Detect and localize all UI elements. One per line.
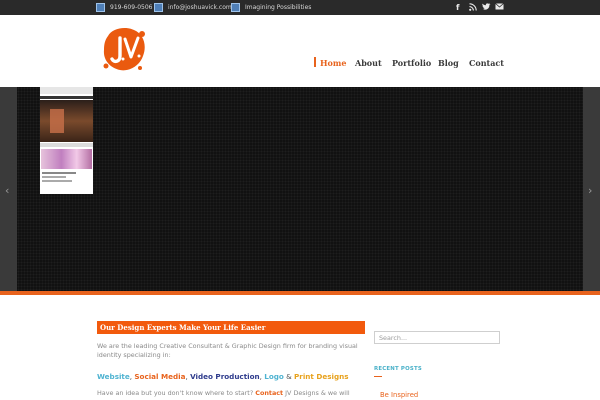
service-website-link[interactable]: Website	[97, 372, 130, 381]
email-icon	[154, 3, 163, 12]
tagline-item: Imagining Possibilities	[231, 2, 311, 13]
top-info-bar: 919-609-0506 info@joshuavick.com Imagini…	[0, 0, 600, 15]
recent-post-link[interactable]: Be Inspired	[380, 391, 418, 399]
search-input[interactable]: Search...	[374, 331, 500, 344]
email-item[interactable]: info@joshuavick.com	[154, 2, 232, 13]
phone-number: 919-609-0506	[110, 4, 153, 11]
recent-posts-underline	[374, 376, 382, 377]
slider-stage	[17, 87, 583, 291]
cta-suffix: JV Designs & we will	[285, 389, 350, 397]
tagline-icon	[231, 3, 240, 12]
facebook-icon[interactable]: f	[456, 3, 459, 12]
service-print-designs-link[interactable]: Print Designs	[294, 372, 348, 381]
nav-contact[interactable]: Contact	[469, 58, 504, 68]
email-address[interactable]: info@joshuavick.com	[168, 4, 232, 11]
intro-line-2: identity specializing in:	[97, 351, 171, 359]
site-logo[interactable]	[100, 26, 148, 74]
nav-blog[interactable]: Blog	[438, 58, 459, 68]
service-video-production-link[interactable]: Video Production	[190, 372, 260, 381]
phone-item: 919-609-0506	[96, 2, 153, 13]
cta-line: Have an idea but you don't know where to…	[97, 389, 350, 397]
divider-rule	[0, 291, 600, 295]
nav-active-marker	[314, 57, 316, 67]
slider-prev-arrow[interactable]: ‹	[5, 184, 9, 197]
phone-icon	[96, 3, 105, 12]
site-header: Home About Portfolio Blog Contact	[0, 15, 600, 87]
service-social-media-link[interactable]: Social Media	[134, 372, 185, 381]
hero-slider: ‹ ›	[0, 87, 600, 291]
slider-next-arrow[interactable]: ›	[588, 184, 592, 197]
section-heading-text: Our Design Experts Make Your Life Easier	[100, 323, 266, 332]
mail-icon[interactable]	[495, 3, 504, 12]
section-heading: Our Design Experts Make Your Life Easier	[97, 321, 365, 334]
rss-icon[interactable]	[469, 3, 477, 12]
tagline-text: Imagining Possibilities	[245, 4, 312, 11]
services-list: Website, Social Media, Video Production,…	[97, 372, 349, 381]
service-logo-link[interactable]: Logo	[264, 372, 284, 381]
cta-contact-link[interactable]: Contact	[255, 389, 283, 397]
cta-prefix: Have an idea but you don't know where to…	[97, 389, 254, 397]
recent-posts-title: RECENT POSTS	[374, 366, 422, 372]
nav-portfolio[interactable]: Portfolio	[392, 58, 431, 68]
twitter-icon[interactable]	[482, 3, 491, 12]
nav-about[interactable]: About	[355, 58, 382, 68]
intro-line-1: We are the leading Creative Consultant &…	[97, 342, 358, 350]
nav-home[interactable]: Home	[320, 58, 346, 68]
website-screenshot-image	[40, 87, 93, 194]
